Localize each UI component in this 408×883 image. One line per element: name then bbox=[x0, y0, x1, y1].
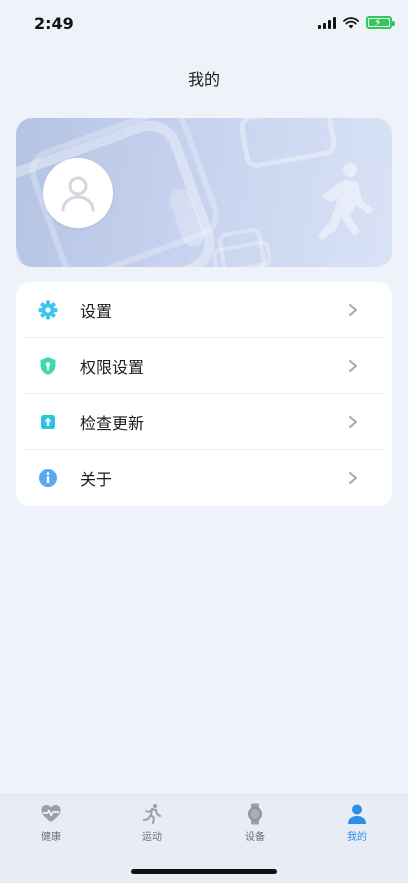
tab-mine[interactable]: 我的 bbox=[327, 803, 387, 847]
person-icon bbox=[348, 804, 366, 824]
wifi-icon bbox=[343, 16, 359, 28]
menu-item-label: 设置 bbox=[80, 302, 113, 321]
avatar[interactable] bbox=[43, 158, 113, 228]
menu-item-label: 关于 bbox=[80, 470, 113, 489]
shield-icon bbox=[40, 357, 56, 375]
tab-label: 我的 bbox=[347, 832, 367, 843]
tab-device[interactable]: 设备 bbox=[225, 803, 285, 847]
screen: 2:49 ⚡ 我的 设置 权限设置 检查更新 关于 健康 运动 设备 我的 bbox=[0, 0, 408, 883]
status-icons: ⚡ bbox=[318, 16, 395, 29]
chevron-right-icon bbox=[349, 304, 357, 316]
tab-label: 设备 bbox=[245, 832, 265, 843]
menu-item-about[interactable]: 关于 bbox=[16, 450, 392, 506]
chevron-right-icon bbox=[349, 360, 357, 372]
menu-item-label: 检查更新 bbox=[80, 414, 145, 433]
menu-item-permissions[interactable]: 权限设置 bbox=[16, 338, 392, 394]
watch-icon bbox=[248, 803, 262, 825]
status-bar: 2:49 ⚡ bbox=[0, 0, 408, 48]
menu-item-settings[interactable]: 设置 bbox=[16, 282, 392, 338]
tab-exercise[interactable]: 运动 bbox=[122, 803, 182, 847]
tab-label: 健康 bbox=[41, 832, 61, 843]
menu-card: 设置 权限设置 检查更新 关于 bbox=[16, 282, 392, 506]
runner-icon bbox=[143, 804, 161, 824]
page-title: 我的 bbox=[187, 70, 220, 89]
chevron-right-icon bbox=[349, 472, 357, 484]
tab-label: 运动 bbox=[142, 832, 162, 843]
update-icon bbox=[41, 415, 55, 429]
heart-icon bbox=[41, 805, 61, 822]
info-icon bbox=[39, 469, 57, 487]
menu-item-label: 权限设置 bbox=[80, 358, 145, 377]
cellular-signal-icon bbox=[318, 16, 336, 29]
profile-card[interactable] bbox=[16, 118, 392, 267]
person-placeholder-icon bbox=[61, 176, 95, 212]
chevron-right-icon bbox=[349, 416, 357, 428]
menu-item-check-update[interactable]: 检查更新 bbox=[16, 394, 392, 450]
gear-icon bbox=[38, 300, 58, 320]
home-indicator bbox=[131, 869, 277, 874]
battery-charging-icon: ⚡ bbox=[366, 16, 395, 29]
tab-health[interactable]: 健康 bbox=[21, 803, 81, 847]
status-time: 2:49 bbox=[34, 14, 74, 33]
